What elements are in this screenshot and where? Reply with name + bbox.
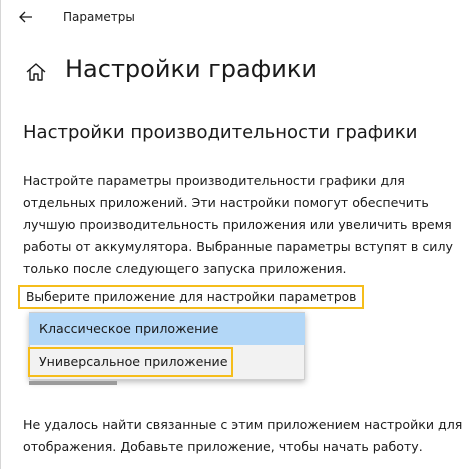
back-arrow-icon: [19, 11, 32, 23]
home-button[interactable]: [24, 60, 48, 84]
browse-button-edge: [29, 381, 117, 385]
app-select-label: Выберите приложение для настройки параме…: [18, 285, 365, 309]
section-title: Настройки производительности графики: [23, 122, 418, 143]
page-title: Настройки графики: [65, 55, 317, 83]
dropdown-option-universal-app[interactable]: Универсальное приложение: [28, 347, 233, 377]
title-bar: Параметры: [1, 0, 469, 34]
section-description: Настройте параметры производительности г…: [23, 173, 453, 276]
back-button[interactable]: [17, 8, 35, 26]
home-icon: [26, 63, 46, 81]
dropdown-option-desktop-app[interactable]: Классическое приложение: [29, 313, 305, 345]
settings-window: Параметры Настройки графики Настройки пр…: [0, 0, 469, 469]
no-settings-message: Не удалось найти связанные с этим прилож…: [23, 417, 463, 454]
window-title: Параметры: [63, 10, 135, 24]
